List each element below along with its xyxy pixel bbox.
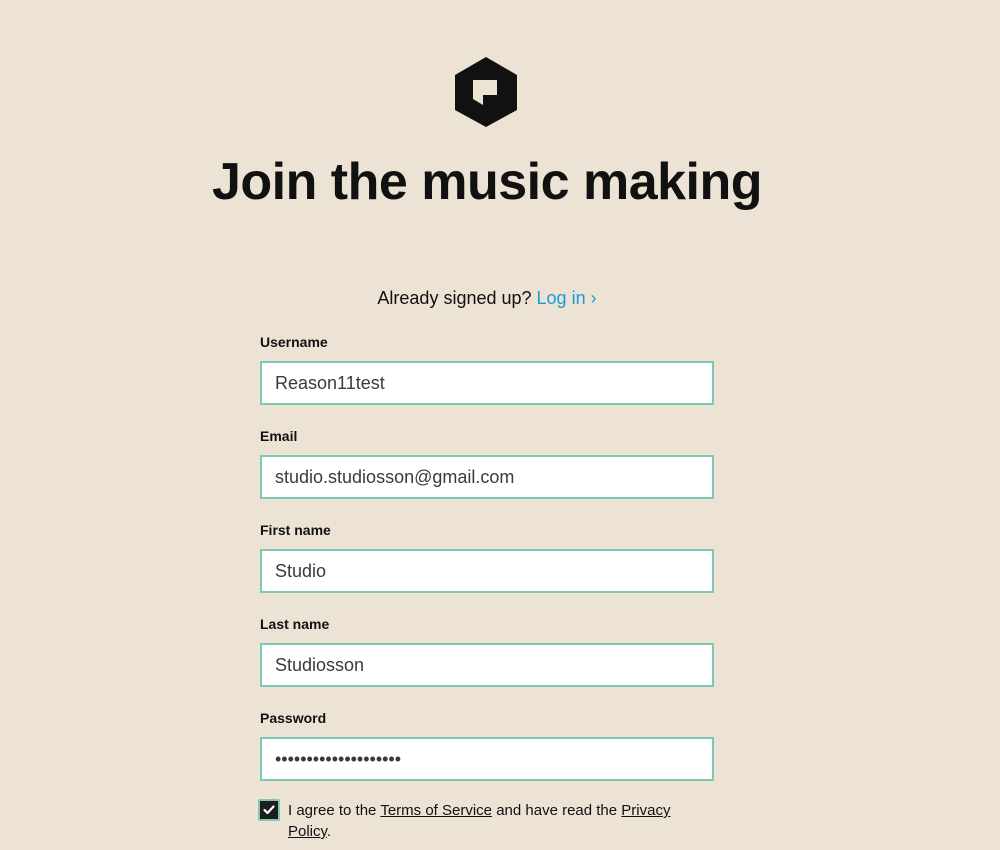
- signin-prompt-line: Already signed up? Log in ›: [0, 287, 974, 309]
- chevron-right-icon: ›: [590, 288, 597, 308]
- password-input[interactable]: [260, 737, 714, 781]
- reason-logo-icon: [455, 57, 517, 127]
- password-field-group: Password: [260, 710, 714, 781]
- first-name-input[interactable]: [260, 549, 714, 593]
- first-name-label: First name: [260, 522, 331, 538]
- agreement-text-middle: and have read the: [496, 802, 618, 819]
- last-name-field-group: Last name: [260, 616, 714, 687]
- signin-prompt: Already signed up?: [377, 288, 532, 308]
- last-name-label: Last name: [260, 616, 330, 632]
- agreement-text-before: I agree to the: [288, 802, 377, 819]
- login-link-label: Log in: [536, 288, 586, 308]
- email-input[interactable]: [260, 455, 714, 499]
- signup-form: Username Email First name Last name Pass…: [260, 334, 714, 781]
- email-label: Email: [260, 428, 298, 444]
- username-input[interactable]: [260, 361, 714, 405]
- login-link[interactable]: Log in ›: [537, 288, 597, 308]
- checkmark-icon: [263, 805, 275, 815]
- terms-of-service-link[interactable]: Terms of Service: [380, 802, 492, 819]
- agreement-text-after: .: [326, 823, 332, 840]
- email-field-group: Email: [260, 428, 714, 499]
- page-title: Join the music making: [211, 153, 763, 211]
- agreement-text: I agree to the Terms of Service and have…: [288, 800, 688, 842]
- agree-checkbox[interactable]: [258, 799, 280, 821]
- first-name-field-group: First name: [260, 522, 714, 593]
- password-label: Password: [260, 710, 327, 726]
- username-field-group: Username: [260, 334, 714, 405]
- last-name-input[interactable]: [260, 643, 714, 687]
- username-label: Username: [260, 334, 328, 350]
